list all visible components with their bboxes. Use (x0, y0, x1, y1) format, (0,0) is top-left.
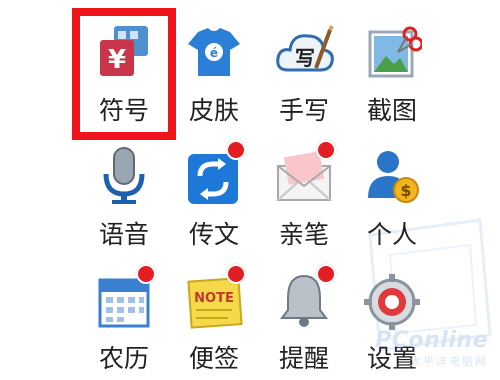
tool-reminder[interactable]: 提醒 (256, 260, 352, 380)
tool-label: 传文 (188, 220, 239, 249)
watermark: PConline 太平洋电脑网 (375, 328, 488, 369)
notification-badge (316, 140, 336, 160)
user-coin-icon: $ (368, 151, 419, 203)
svg-text:$: $ (400, 181, 411, 200)
tool-label: 个人 (366, 220, 417, 249)
tool-label: 语音 (98, 220, 149, 249)
notification-badge (136, 264, 156, 284)
tool-label: 截图 (366, 96, 417, 125)
tool-label: 农历 (98, 344, 149, 373)
tool-screenshot[interactable]: 截图 (344, 12, 440, 132)
watermark-sub: 太平洋电脑网 (410, 355, 488, 368)
tool-label: 亲笔 (278, 220, 329, 249)
tool-personal[interactable]: $ 个人 (344, 136, 440, 256)
screenshot-scissors-icon (368, 26, 422, 78)
tool-skin[interactable]: é 皮肤 (166, 12, 262, 132)
tool-personal-writing[interactable]: 亲笔 (256, 136, 352, 256)
svg-text:写: 写 (295, 46, 315, 70)
toolbox-grid: ¥ 符号 é 皮肤 写 手写 截图 语音 传文 亲笔 $ 个人 农历 NOTE … (0, 0, 500, 375)
tool-label: 便签 (188, 344, 239, 373)
notification-badge (226, 140, 246, 160)
notification-badge (226, 264, 246, 284)
microphone-icon (103, 147, 145, 204)
tool-handwriting[interactable]: 写 手写 (256, 12, 352, 132)
tool-lunar-calendar[interactable]: 农历 (76, 260, 172, 380)
tool-transfer-text[interactable]: 传文 (166, 136, 262, 256)
tool-label: 提醒 (278, 344, 329, 373)
tool-voice[interactable]: 语音 (76, 136, 172, 256)
selection-highlight-box (72, 8, 176, 140)
tshirt-icon: é (188, 28, 240, 76)
tool-label: 手写 (278, 96, 329, 125)
tool-label: 皮肤 (188, 96, 239, 125)
gear-icon (364, 274, 420, 330)
watermark-brand: PConline (375, 328, 488, 353)
handwriting-cloud-icon: 写 (276, 25, 334, 72)
tool-note[interactable]: NOTE 便签 (166, 260, 262, 380)
notification-badge (316, 264, 336, 284)
svg-text:é: é (210, 46, 218, 60)
note-glyph: NOTE (194, 291, 234, 306)
